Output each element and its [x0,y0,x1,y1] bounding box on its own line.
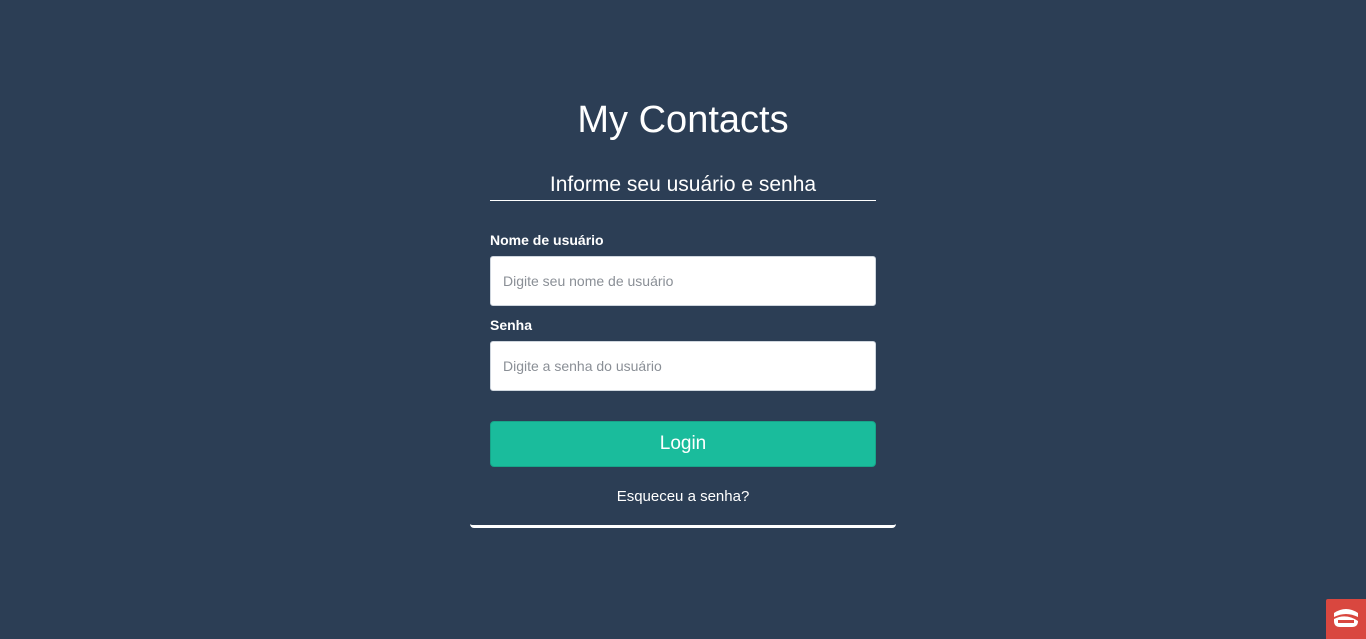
username-input[interactable] [490,256,876,306]
form-heading: Informe seu usuário e senha [490,172,876,201]
password-label: Senha [490,317,533,333]
forgot-password-link[interactable]: Esqueceu a senha? [470,488,896,506]
login-form: Informe seu usuário e senha Nome de usuá… [470,168,896,528]
password-input[interactable] [490,341,876,391]
username-label: Nome de usuário [490,232,604,248]
login-page: My Contacts Informe seu usuário e senha … [0,0,1366,639]
app-logo-icon[interactable] [1326,599,1366,639]
app-title: My Contacts [577,99,789,141]
login-button[interactable]: Login [490,421,876,467]
